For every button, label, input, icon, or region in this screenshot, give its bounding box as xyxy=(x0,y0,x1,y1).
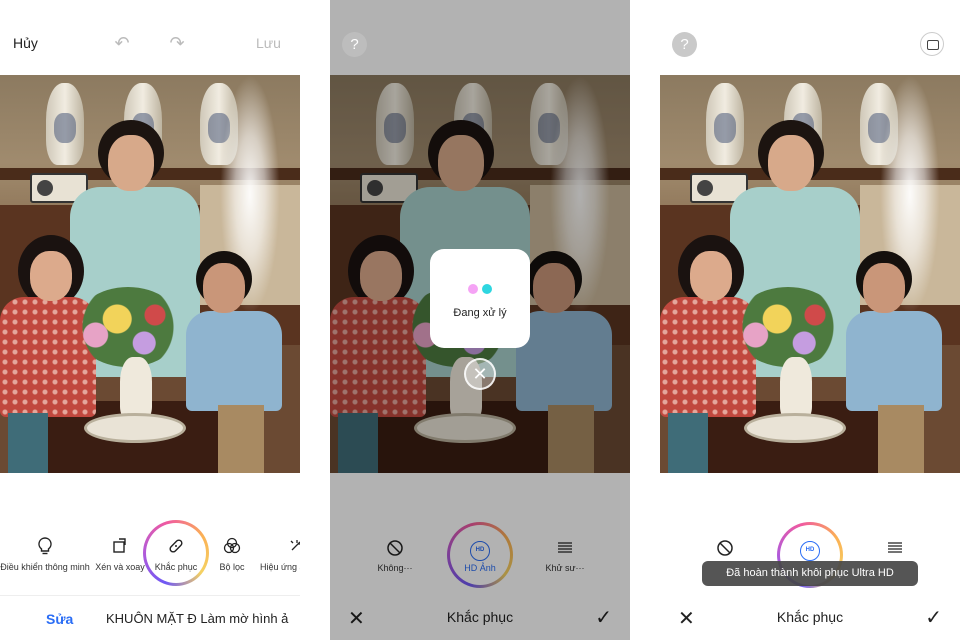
action-bar: ✕ Khắc phục ✓ xyxy=(660,595,960,640)
processing-panel: Không··· HD HD Ảnh Khử sư··· ✕ Khắc phục… xyxy=(330,0,630,640)
check-icon[interactable]: ✓ xyxy=(925,605,942,630)
editor-header: Hủy ↶ ↷ Lưu xyxy=(0,0,300,75)
completion-toast: Đã hoàn thành khôi phục Ultra HD xyxy=(702,561,918,586)
panel-gap xyxy=(630,0,660,640)
save-button[interactable]: Lưu xyxy=(256,35,281,51)
processing-message: Đang xử lý xyxy=(453,307,507,319)
crop-rotate-icon xyxy=(113,538,126,553)
cancel-button[interactable]: Hủy xyxy=(13,35,38,51)
editor-panel: Hủy ↶ ↷ Lưu Điều khiển thông minh Xén và… xyxy=(0,0,300,640)
option-hd[interactable]: HD xyxy=(770,520,850,563)
help-icon[interactable]: ? xyxy=(342,32,367,57)
option-none[interactable] xyxy=(685,520,765,563)
tab-strip[interactable]: KHUÔN MẶT Đ Làm mờ hình ả xyxy=(106,611,288,626)
tab-edit[interactable]: Sửa xyxy=(46,611,73,627)
option-denoise[interactable] xyxy=(855,520,935,563)
action-title: Khắc phục xyxy=(776,609,844,625)
redo-icon[interactable]: ↷ xyxy=(167,33,187,53)
filter-icon xyxy=(223,537,241,554)
bottom-tabs: Sửa KHUÔN MẶT Đ Làm mờ hình ả xyxy=(0,595,300,640)
photo-preview xyxy=(0,75,300,473)
help-icon[interactable]: ? xyxy=(672,32,697,57)
bulb-icon xyxy=(38,537,52,555)
photo-preview xyxy=(660,75,960,473)
processing-dialog: Đang xử lý xyxy=(430,249,530,348)
bandage-icon xyxy=(169,539,183,553)
panel-gap xyxy=(300,0,330,640)
tool-effects[interactable]: Hiệu ứng ả xyxy=(240,520,300,572)
hd-icon: HD xyxy=(800,541,820,561)
loading-dots xyxy=(430,281,530,294)
undo-icon[interactable]: ↶ xyxy=(112,33,132,53)
tool-label: Hiệu ứng ả xyxy=(260,562,300,572)
cancel-processing-button[interactable]: ✕ xyxy=(464,358,496,390)
none-icon xyxy=(717,540,733,556)
sparkle-icon xyxy=(290,540,300,551)
result-panel: ? HD Đã hoàn thành khôi phục Ultra HD ✕ … xyxy=(660,0,960,640)
compare-icon[interactable] xyxy=(920,32,944,56)
tool-row: Điều khiển thông minh Xén và xoay Khắc p… xyxy=(0,520,300,586)
lines-icon xyxy=(888,542,902,553)
